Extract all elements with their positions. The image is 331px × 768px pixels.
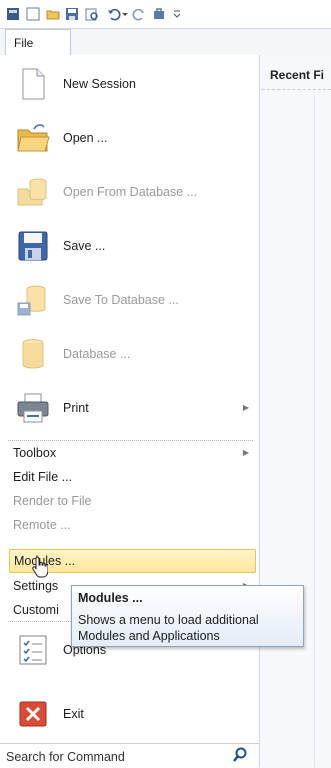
command-search-bar <box>0 743 259 768</box>
menu-item-open[interactable]: Open ... <box>0 113 259 163</box>
undo-dropdown-icon[interactable] <box>121 7 129 21</box>
quick-access-toolbar <box>0 0 331 29</box>
print-label: Print <box>63 401 89 415</box>
search-icon[interactable] <box>232 747 248 763</box>
exit-label: Exit <box>63 707 84 721</box>
redo-icon[interactable] <box>132 7 146 21</box>
remote-label: Remote ... <box>13 518 71 532</box>
print-preview-icon[interactable] <box>85 7 99 21</box>
edit-file-label: Edit File ... <box>13 470 73 484</box>
new-session-label: New Session <box>63 77 136 91</box>
pane-divider <box>314 95 315 767</box>
save-icon <box>18 231 48 261</box>
toolbox-label: Toolbox <box>13 446 57 460</box>
menu-item-exit[interactable]: Exit <box>0 689 259 739</box>
printer-icon <box>17 393 49 423</box>
close-icon <box>19 701 47 727</box>
customize-qat-icon[interactable] <box>173 7 181 21</box>
database-label: Database ... <box>63 347 131 361</box>
menu-item-toolbox[interactable]: Toolbox ▶ <box>0 442 259 464</box>
save-to-database-label: Save To Database ... <box>63 293 179 307</box>
menu-item-render-to-file: Render to File <box>0 490 259 512</box>
menu-separator <box>8 440 253 441</box>
open-folder-icon[interactable] <box>46 7 60 21</box>
menu-item-database: Database ... <box>0 329 259 379</box>
tooltip-title: Modules ... <box>78 591 143 605</box>
database-icon <box>22 339 44 369</box>
database-folder-icon <box>17 178 47 206</box>
file-tab-label: File <box>14 36 34 50</box>
window-icon[interactable] <box>26 7 40 21</box>
options-checklist-icon <box>19 635 47 665</box>
save-database-icon <box>17 285 46 316</box>
undo-icon[interactable] <box>107 7 121 21</box>
menu-item-print[interactable]: Print ▶ <box>0 383 259 433</box>
submenu-arrow-icon: ▶ <box>242 403 249 412</box>
open-folder-icon <box>17 124 50 152</box>
modules-tooltip: Modules ... Shows a menu to load additio… <box>71 585 304 647</box>
menu-item-new-session[interactable]: New Session <box>0 59 259 109</box>
menu-item-save[interactable]: Save ... <box>0 221 259 271</box>
render-to-file-label: Render to File <box>13 494 92 508</box>
app-icon[interactable] <box>6 7 20 21</box>
file-tab[interactable]: File <box>5 29 71 55</box>
toolbox-icon[interactable] <box>152 7 166 21</box>
settings-label: Settings <box>13 579 59 593</box>
submenu-arrow-icon: ▶ <box>242 448 249 457</box>
file-menu: New Session Open ... Open From Database … <box>0 55 260 767</box>
tooltip-description: Shows a menu to load additional Modules … <box>78 613 259 643</box>
recent-files-pane <box>260 55 331 767</box>
hand-cursor-icon <box>32 556 48 578</box>
heading-divider <box>262 89 331 90</box>
open-label: Open ... <box>63 131 108 145</box>
menu-item-open-from-database: Open From Database ... <box>0 167 259 217</box>
menu-item-remote: Remote ... <box>0 514 259 536</box>
menu-item-save-to-database: Save To Database ... <box>0 275 259 325</box>
customize-label: Customi <box>13 603 59 617</box>
new-document-icon <box>22 68 45 100</box>
recent-files-heading: Recent Fi <box>270 68 325 82</box>
open-from-database-label: Open From Database ... <box>63 185 198 199</box>
save-icon[interactable] <box>65 7 79 21</box>
menu-item-edit-file[interactable]: Edit File ... <box>0 466 259 488</box>
save-label: Save ... <box>63 239 106 253</box>
search-input[interactable] <box>4 747 223 766</box>
